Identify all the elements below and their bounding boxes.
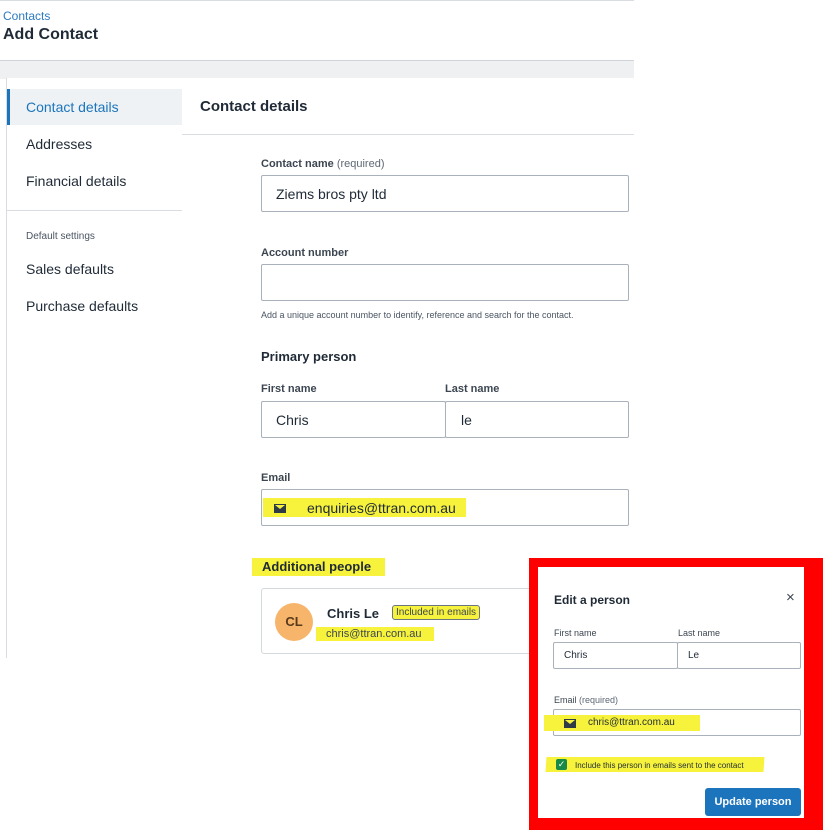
- modal-last-name-input[interactable]: Le: [677, 642, 801, 669]
- sidebar-item-label: Sales defaults: [26, 261, 114, 277]
- status-badge: Included in emails: [392, 605, 481, 620]
- sidebar: Contact details Addresses Financial deta…: [6, 78, 183, 658]
- account-number-hint: Add a unique account number to identify,…: [261, 310, 574, 320]
- person-email: chris@ttran.com.au: [316, 627, 434, 641]
- required-note: (required): [336, 158, 385, 170]
- envelope-icon: [274, 504, 286, 513]
- additional-people-title: Additional people: [252, 558, 386, 576]
- modal-last-name-label: Last name: [678, 628, 721, 638]
- contact-name-label: Contact name (required): [261, 158, 385, 170]
- sidebar-item-financial-details[interactable]: Financial details: [7, 163, 182, 199]
- account-number-input[interactable]: [261, 264, 629, 301]
- modal-first-name-label: First name: [554, 628, 597, 638]
- last-name-input[interactable]: le: [445, 401, 629, 438]
- person-card[interactable]: CL Chris Le Included in emails chris@ttr…: [261, 588, 561, 654]
- sidebar-item-label: Contact details: [26, 99, 119, 115]
- section-title: Contact details: [200, 98, 308, 115]
- modal-email-input[interactable]: chris@ttran.com.au: [544, 709, 801, 736]
- modal-last-name-value: Le: [688, 650, 700, 661]
- sidebar-item-purchase-defaults[interactable]: Purchase defaults: [7, 288, 182, 324]
- contact-name-label-text: Contact name: [261, 158, 334, 170]
- breadcrumb-contacts[interactable]: Contacts: [3, 9, 50, 23]
- update-person-button[interactable]: Update person: [705, 788, 801, 816]
- person-name: Chris Le: [327, 606, 380, 621]
- primary-person-title: Primary person: [261, 349, 357, 364]
- required-note: (required): [579, 695, 619, 705]
- sidebar-item-addresses[interactable]: Addresses: [7, 126, 182, 162]
- sidebar-section-label: Default settings: [26, 231, 95, 242]
- last-name-label: Last name: [445, 383, 500, 395]
- email-label: Email: [261, 472, 291, 484]
- email-input[interactable]: enquiries@ttran.com.au: [261, 489, 629, 526]
- modal-first-name-input[interactable]: Chris: [553, 642, 678, 669]
- first-name-input[interactable]: Chris: [261, 401, 446, 438]
- first-name-label: First name: [261, 383, 317, 395]
- include-in-emails-checkbox[interactable]: ✓: [556, 759, 567, 770]
- first-name-value: Chris: [276, 412, 309, 428]
- close-icon[interactable]: ×: [786, 589, 795, 606]
- modal-email-label: Email (required): [554, 695, 618, 705]
- modal-title: Edit a person: [554, 593, 631, 607]
- envelope-icon: [564, 719, 576, 728]
- contact-name-value: Ziems bros pty ltd: [276, 186, 387, 202]
- header-band: [0, 60, 634, 79]
- modal-first-name-value: Chris: [564, 650, 588, 661]
- edit-person-modal: Edit a person × First name Last name Chr…: [538, 567, 804, 818]
- sidebar-item-sales-defaults[interactable]: Sales defaults: [7, 251, 182, 287]
- contact-name-input[interactable]: Ziems bros pty ltd: [261, 175, 629, 212]
- page-title: Add Contact: [3, 26, 99, 43]
- include-in-emails-label: Include this person in emails sent to th…: [575, 761, 744, 770]
- sidebar-divider: [7, 210, 182, 211]
- email-value: enquiries@ttran.com.au: [307, 500, 456, 516]
- modal-email-label-text: Email: [554, 695, 577, 705]
- sidebar-item-label: Addresses: [26, 136, 93, 152]
- account-number-label: Account number: [261, 247, 349, 259]
- modal-email-value: chris@ttran.com.au: [588, 717, 675, 728]
- main-divider: [182, 134, 634, 135]
- modal-highlight-frame: Edit a person × First name Last name Chr…: [529, 558, 823, 830]
- avatar: CL: [275, 603, 313, 641]
- last-name-value: le: [461, 412, 472, 428]
- sidebar-item-label: Purchase defaults: [26, 298, 139, 314]
- sidebar-item-contact-details[interactable]: Contact details: [7, 89, 182, 125]
- page-header: Contacts Add Contact: [0, 0, 634, 61]
- sidebar-item-label: Financial details: [26, 173, 127, 189]
